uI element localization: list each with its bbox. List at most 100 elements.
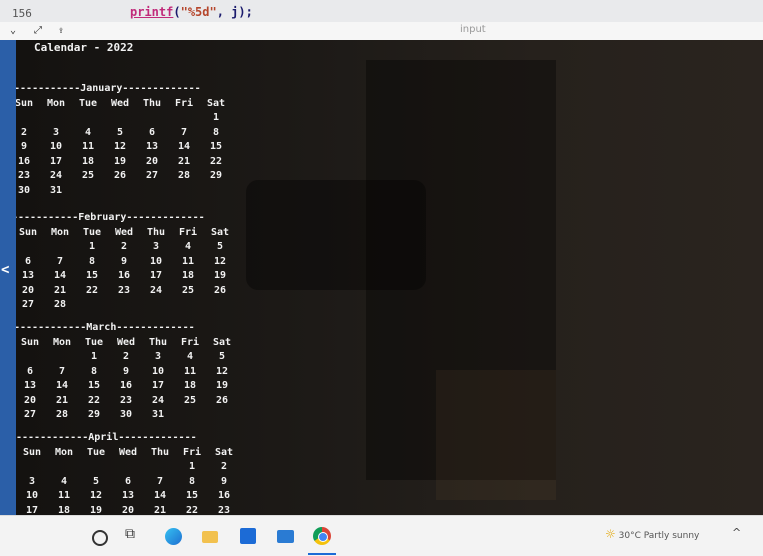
day-cell: 21	[153, 504, 167, 515]
tray-chevron-icon[interactable]: ^	[732, 526, 741, 539]
day-cell: 7	[156, 475, 164, 487]
day-cell: 23	[119, 394, 133, 406]
weekday-label: Fri	[180, 336, 200, 348]
day-cell: 16	[119, 380, 133, 392]
day-cell: 14	[55, 380, 69, 392]
weather-widget[interactable]: ☼ 30°C Partly sunny	[605, 527, 699, 541]
day-cell: 2	[120, 241, 128, 253]
weekday-label: Wed	[110, 97, 130, 109]
task-view-icon[interactable]: ⧉	[125, 526, 141, 542]
day-cell	[136, 111, 168, 126]
week-row: 6 7 8 9 10 11 12	[16, 254, 236, 269]
day-cell: 17	[25, 504, 39, 515]
day-cell: 10	[25, 490, 39, 502]
day-cell: 8	[188, 475, 196, 487]
left-chevron-icon[interactable]: <	[1, 262, 9, 278]
day-cell: 11	[57, 490, 71, 502]
day-cell: 6	[124, 475, 132, 487]
day-cell: 24	[151, 394, 165, 406]
day-cell: 26	[213, 284, 227, 296]
search-icon[interactable]	[92, 530, 108, 546]
input-panel-header: ⌄ ⤢ ⇪ input	[0, 22, 763, 41]
day-cell: 6	[24, 255, 32, 267]
day-cell: 16	[17, 155, 31, 167]
week-row: 12	[16, 460, 240, 475]
day-cell: 1	[90, 351, 98, 363]
day-cell: 8	[88, 255, 96, 267]
weekday-label: Sat	[206, 97, 226, 109]
week-row: 27 28	[16, 298, 236, 313]
mail-icon[interactable]	[277, 530, 294, 543]
file-explorer-icon[interactable]	[202, 531, 218, 543]
day-cell: 30	[17, 184, 31, 196]
day-cell: 8	[90, 365, 98, 377]
week-row: 13 14 15 16 17 18 19	[16, 269, 236, 284]
day-cell: 16	[217, 490, 231, 502]
day-cell: 28	[53, 299, 67, 311]
day-cell: 27	[145, 170, 159, 182]
day-cell: 31	[49, 184, 63, 196]
week-row: 20 21 22 23 24 25 26	[16, 283, 236, 298]
weekday-label: Tue	[86, 446, 106, 458]
day-cell: 13	[23, 380, 37, 392]
weather-temp: 30°C	[618, 531, 641, 541]
month-grid: Sun Mon Tue Wed Thu Fri Sat 1 2 3 4 5 6 7 8 9 10 11 12 13 14…	[16, 335, 238, 422]
day-cell: 3	[154, 351, 162, 363]
day-cell: 6	[26, 365, 34, 377]
day-cell: 9	[220, 475, 228, 487]
share-icon[interactable]: ⇪	[58, 25, 64, 36]
code-line[interactable]: printf("%5d", j);	[130, 5, 253, 19]
day-cell: 17	[149, 270, 163, 282]
month-header: ------------January-------------	[16, 83, 201, 94]
code-editor[interactable]: 156 printf("%5d", j);	[0, 0, 763, 23]
collapse-chevron-icon[interactable]: ⌄	[10, 25, 16, 36]
week-row: 30 31	[16, 183, 232, 198]
day-cell: 10	[151, 365, 165, 377]
day-cell: 9	[122, 365, 130, 377]
weekday-label: Wed	[116, 336, 136, 348]
day-cell	[204, 298, 236, 313]
chrome-icon[interactable]	[313, 527, 331, 545]
day-cell: 26	[215, 394, 229, 406]
day-cell: 4	[84, 126, 92, 138]
day-cell: 19	[89, 504, 103, 515]
store-icon[interactable]	[240, 528, 256, 544]
day-cell: 13	[121, 490, 135, 502]
partly-sunny-icon: ☼	[605, 527, 616, 541]
day-cell: 4	[186, 351, 194, 363]
month-april: ------------April------------- Sun Mon Tue W…	[16, 432, 240, 515]
day-cell: 7	[58, 365, 66, 377]
day-cell: 31	[151, 409, 165, 421]
week-row: 1	[16, 111, 232, 126]
day-cell: 3	[28, 475, 36, 487]
month-february: -----------February------------- Sun Mon Tu…	[16, 212, 236, 312]
edge-browser-icon[interactable]	[165, 528, 182, 545]
week-row: 20 21 22 23 24 25 26	[16, 393, 238, 408]
day-cell: 18	[57, 504, 71, 515]
weekday-label: Sun	[22, 446, 42, 458]
day-cell: 23	[17, 170, 31, 182]
terminal-output[interactable]: Calendar - 2022 ------------January-----…	[16, 40, 763, 515]
day-cell: 18	[81, 155, 95, 167]
week-row: 2 3 4 5 6 7 8	[16, 125, 232, 140]
month-january: ------------January------------- Sun Mon Tu…	[16, 83, 232, 198]
day-cell	[16, 350, 46, 365]
weekday-row: Sun Mon Tue Wed Thu Fri Sat	[16, 225, 236, 240]
day-cell: 4	[60, 475, 68, 487]
day-cell: 13	[21, 270, 35, 282]
weekday-label: Sun	[20, 336, 40, 348]
day-cell: 27	[23, 409, 37, 421]
month-grid: Sun Mon Tue Wed Thu Fri Sat 1 2 3 4 5 6 7 8 9 10 11 12 13 14…	[16, 225, 236, 312]
day-cell	[140, 298, 172, 313]
day-cell: 21	[53, 284, 67, 296]
day-cell	[172, 298, 204, 313]
expand-icon[interactable]: ⤢	[34, 25, 42, 36]
weekday-row: Sun Mon Tue Wed Thu Fri Sat	[16, 335, 238, 350]
day-cell	[80, 460, 112, 475]
taskbar: ⧉ ☼ 30°C Partly sunny ^	[0, 515, 763, 556]
day-cell: 23	[117, 284, 131, 296]
month-march: ------------March------------- Sun Mon Tue W…	[16, 322, 238, 422]
day-cell	[16, 460, 48, 475]
weekday-label: Thu	[142, 97, 162, 109]
day-cell: 5	[116, 126, 124, 138]
